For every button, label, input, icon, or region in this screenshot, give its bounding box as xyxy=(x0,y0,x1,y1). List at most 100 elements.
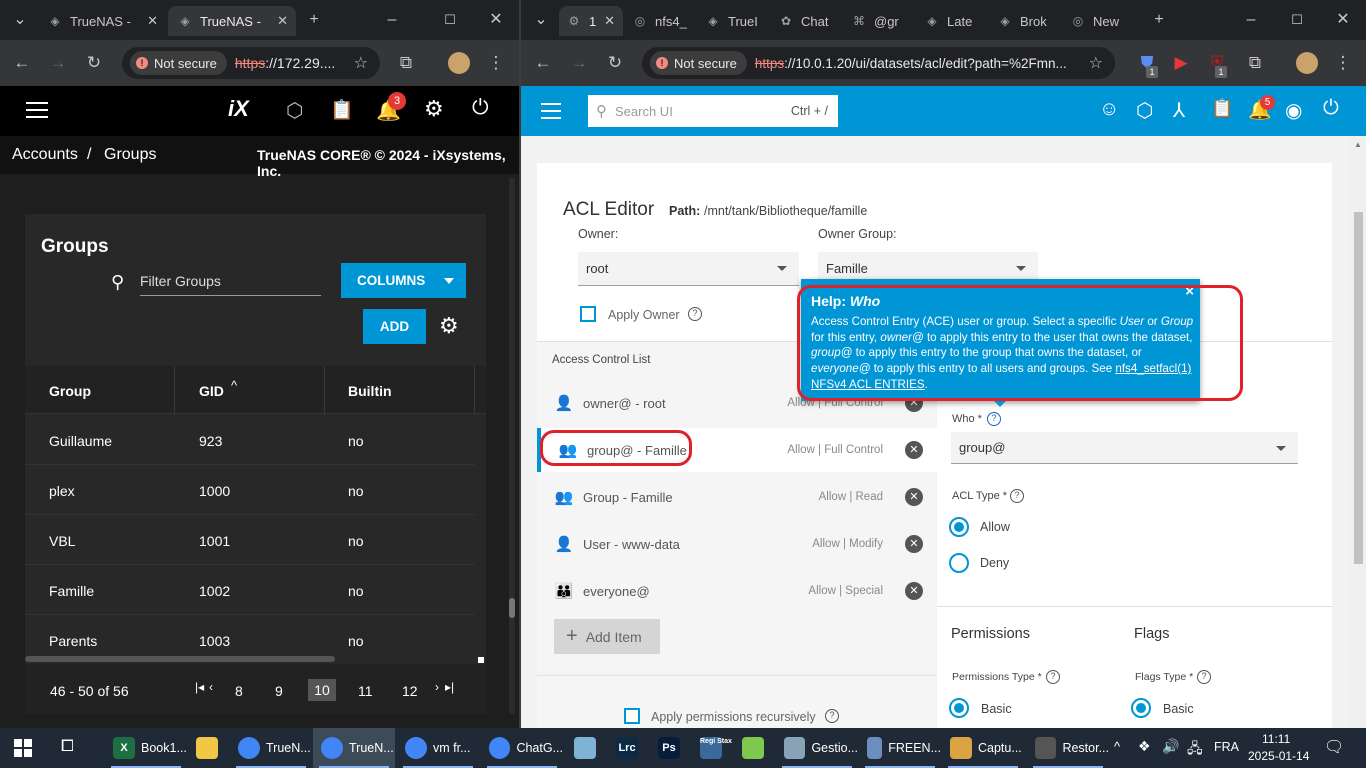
truecommand-icon[interactable]: ⬡ xyxy=(1136,98,1153,123)
remove-ace-icon[interactable]: ✕ xyxy=(905,441,923,459)
table-row[interactable]: Famille 1002 no xyxy=(25,565,475,615)
add-item-button[interactable]: + Add Item xyxy=(554,619,660,654)
help-icon[interactable]: ? xyxy=(1197,670,1211,684)
back-icon[interactable]: ← xyxy=(10,51,34,75)
first-page-icon[interactable]: |◂ xyxy=(195,680,204,694)
clock-date[interactable]: 2025-01-14 xyxy=(1248,749,1309,763)
apply-recursive-checkbox[interactable] xyxy=(624,708,640,724)
taskbar-app[interactable]: Ps xyxy=(650,728,690,768)
who-help-icon[interactable]: ? xyxy=(987,412,1001,426)
taskbar-app[interactable]: X Book1... xyxy=(105,728,187,768)
reload-icon[interactable]: ↻ xyxy=(82,51,106,75)
maximize-icon[interactable]: ☐ xyxy=(1285,8,1309,32)
power-icon[interactable]: ⏻ xyxy=(472,96,489,120)
left-omnibox[interactable]: ! Not secure https://172.29.... ☆ xyxy=(122,47,380,79)
settings-gear-icon[interactable]: ⚙ xyxy=(439,313,459,339)
not-secure-chip[interactable]: ! Not secure xyxy=(130,51,227,75)
taskbar-app[interactable] xyxy=(566,728,606,768)
minimize-icon[interactable]: – xyxy=(1239,8,1263,32)
notification-center-icon[interactable]: 🗨 xyxy=(1324,737,1344,757)
network-icon[interactable]: 🖧 xyxy=(1187,738,1203,762)
table-row[interactable]: plex 1000 no xyxy=(25,465,475,515)
bookmark-star-icon[interactable]: ☆ xyxy=(354,53,368,73)
tab-search-icon[interactable]: ⌄ xyxy=(529,8,553,32)
forward-icon[interactable]: → xyxy=(46,51,70,75)
hamburger-menu-icon[interactable] xyxy=(26,102,48,120)
columns-button[interactable]: COLUMNS xyxy=(341,263,466,298)
avatar[interactable] xyxy=(1296,52,1318,74)
prev-page-icon[interactable]: ‹ xyxy=(209,680,213,694)
permissions-basic-radio[interactable] xyxy=(949,698,969,718)
page-10-current[interactable]: 10 xyxy=(308,679,336,701)
taskbar-app[interactable]: TrueN... xyxy=(230,728,312,768)
filter-groups-input[interactable]: Filter Groups xyxy=(140,270,321,296)
menu-kebab-icon[interactable]: ⋮ xyxy=(1331,51,1355,75)
extension-youtube-icon[interactable]: ▶ xyxy=(1169,51,1193,75)
account-icon[interactable]: ◉ xyxy=(1285,98,1302,123)
new-tab-icon[interactable]: + xyxy=(302,8,326,32)
input-language[interactable]: FRA xyxy=(1214,740,1239,754)
extensions-icon[interactable]: ⧉ xyxy=(394,51,418,75)
right-tab-3[interactable]: ◈ TrueI xyxy=(698,6,766,36)
col-header-gid[interactable]: GID xyxy=(199,383,224,399)
directory-services-icon[interactable]: ⅄ xyxy=(1173,98,1185,123)
power-icon[interactable]: ⏻ xyxy=(1323,97,1339,120)
back-icon[interactable]: ← xyxy=(531,51,555,75)
table-row[interactable]: Guillaume 923 no xyxy=(25,415,475,465)
remove-ace-icon[interactable]: ✕ xyxy=(905,582,923,600)
taskbar-app[interactable]: TrueN... xyxy=(313,728,395,768)
apply-owner-checkbox[interactable] xyxy=(580,306,596,322)
hamburger-menu-icon[interactable] xyxy=(541,103,561,119)
extensions-icon[interactable]: ⧉ xyxy=(1243,51,1267,75)
avatar[interactable] xyxy=(448,52,470,74)
left-tab-2[interactable]: ◈ TrueNAS - ✕ xyxy=(168,6,296,36)
add-group-button[interactable]: ADD xyxy=(363,309,426,344)
remove-ace-icon[interactable]: ✕ xyxy=(905,488,923,506)
bookmark-star-icon[interactable]: ☆ xyxy=(1089,53,1103,73)
close-tab-icon[interactable]: ✕ xyxy=(147,13,158,29)
help-icon[interactable]: ? xyxy=(1010,489,1024,503)
minimize-icon[interactable]: – xyxy=(380,8,404,32)
task-view-icon[interactable]: ⧠ xyxy=(61,738,74,756)
page-scrollbar[interactable]: ▲ xyxy=(1350,136,1366,728)
close-tab-icon[interactable]: ✕ xyxy=(604,13,615,29)
forward-icon[interactable]: → xyxy=(567,51,591,75)
taskbar-app[interactable]: vm fr... xyxy=(397,728,479,768)
owner-select[interactable]: root xyxy=(578,252,799,286)
who-select[interactable]: group@ xyxy=(951,432,1298,464)
ace-entry[interactable]: 👪 everyone@ Allow | Special ✕ xyxy=(537,569,937,613)
right-tab-6[interactable]: ◈ Late xyxy=(917,6,985,36)
deny-radio[interactable] xyxy=(949,553,969,573)
gear-icon[interactable]: ⚙ xyxy=(424,96,444,122)
feedback-smiley-icon[interactable]: ☺ xyxy=(1099,98,1119,121)
page-11[interactable]: 11 xyxy=(358,683,373,699)
truecommand-icon[interactable]: ⬡ xyxy=(286,98,303,123)
table-row[interactable]: VBL 1001 no xyxy=(25,515,475,565)
search-ui-input[interactable]: ⚲ Search UI Ctrl + / xyxy=(588,95,838,127)
volume-icon[interactable]: 🔊 xyxy=(1162,738,1179,755)
close-window-icon[interactable]: ✕ xyxy=(484,8,508,32)
maximize-icon[interactable]: ☐ xyxy=(438,8,462,32)
col-header-builtin[interactable]: Builtin xyxy=(348,383,392,399)
taskbar-app[interactable]: Gestio... xyxy=(776,728,858,768)
taskbar-app[interactable]: Regi Stax xyxy=(692,728,732,768)
not-secure-chip[interactable]: ! Not secure xyxy=(650,51,747,75)
taskbar-app[interactable]: FREEN... xyxy=(859,728,941,768)
breadcrumb-accounts[interactable]: Accounts xyxy=(12,146,78,164)
page-9[interactable]: 9 xyxy=(275,683,283,699)
taskbar-app[interactable] xyxy=(734,728,774,768)
allow-radio[interactable] xyxy=(949,517,969,537)
dropbox-icon[interactable]: ❖ xyxy=(1138,738,1151,755)
close-window-icon[interactable]: ✕ xyxy=(1331,8,1355,32)
right-tab-1[interactable]: ⚙ 1 ✕ xyxy=(559,6,623,36)
taskbar-app[interactable]: Restor... xyxy=(1027,728,1109,768)
help-icon[interactable]: ? xyxy=(688,307,702,321)
right-omnibox[interactable]: ! Not secure https://10.0.1.20/ui/dataset… xyxy=(642,47,1115,79)
clipboard-icon[interactable]: 📋 xyxy=(330,98,354,122)
menu-kebab-icon[interactable]: ⋮ xyxy=(484,51,508,75)
taskbar-app[interactable]: Captu... xyxy=(942,728,1024,768)
tray-chevron-icon[interactable]: ^ xyxy=(1114,739,1120,754)
right-tab-4[interactable]: ✿ Chat xyxy=(771,6,839,36)
right-tab-2[interactable]: ◎ nfs4_ xyxy=(625,6,693,36)
windows-start-icon[interactable] xyxy=(14,739,32,757)
